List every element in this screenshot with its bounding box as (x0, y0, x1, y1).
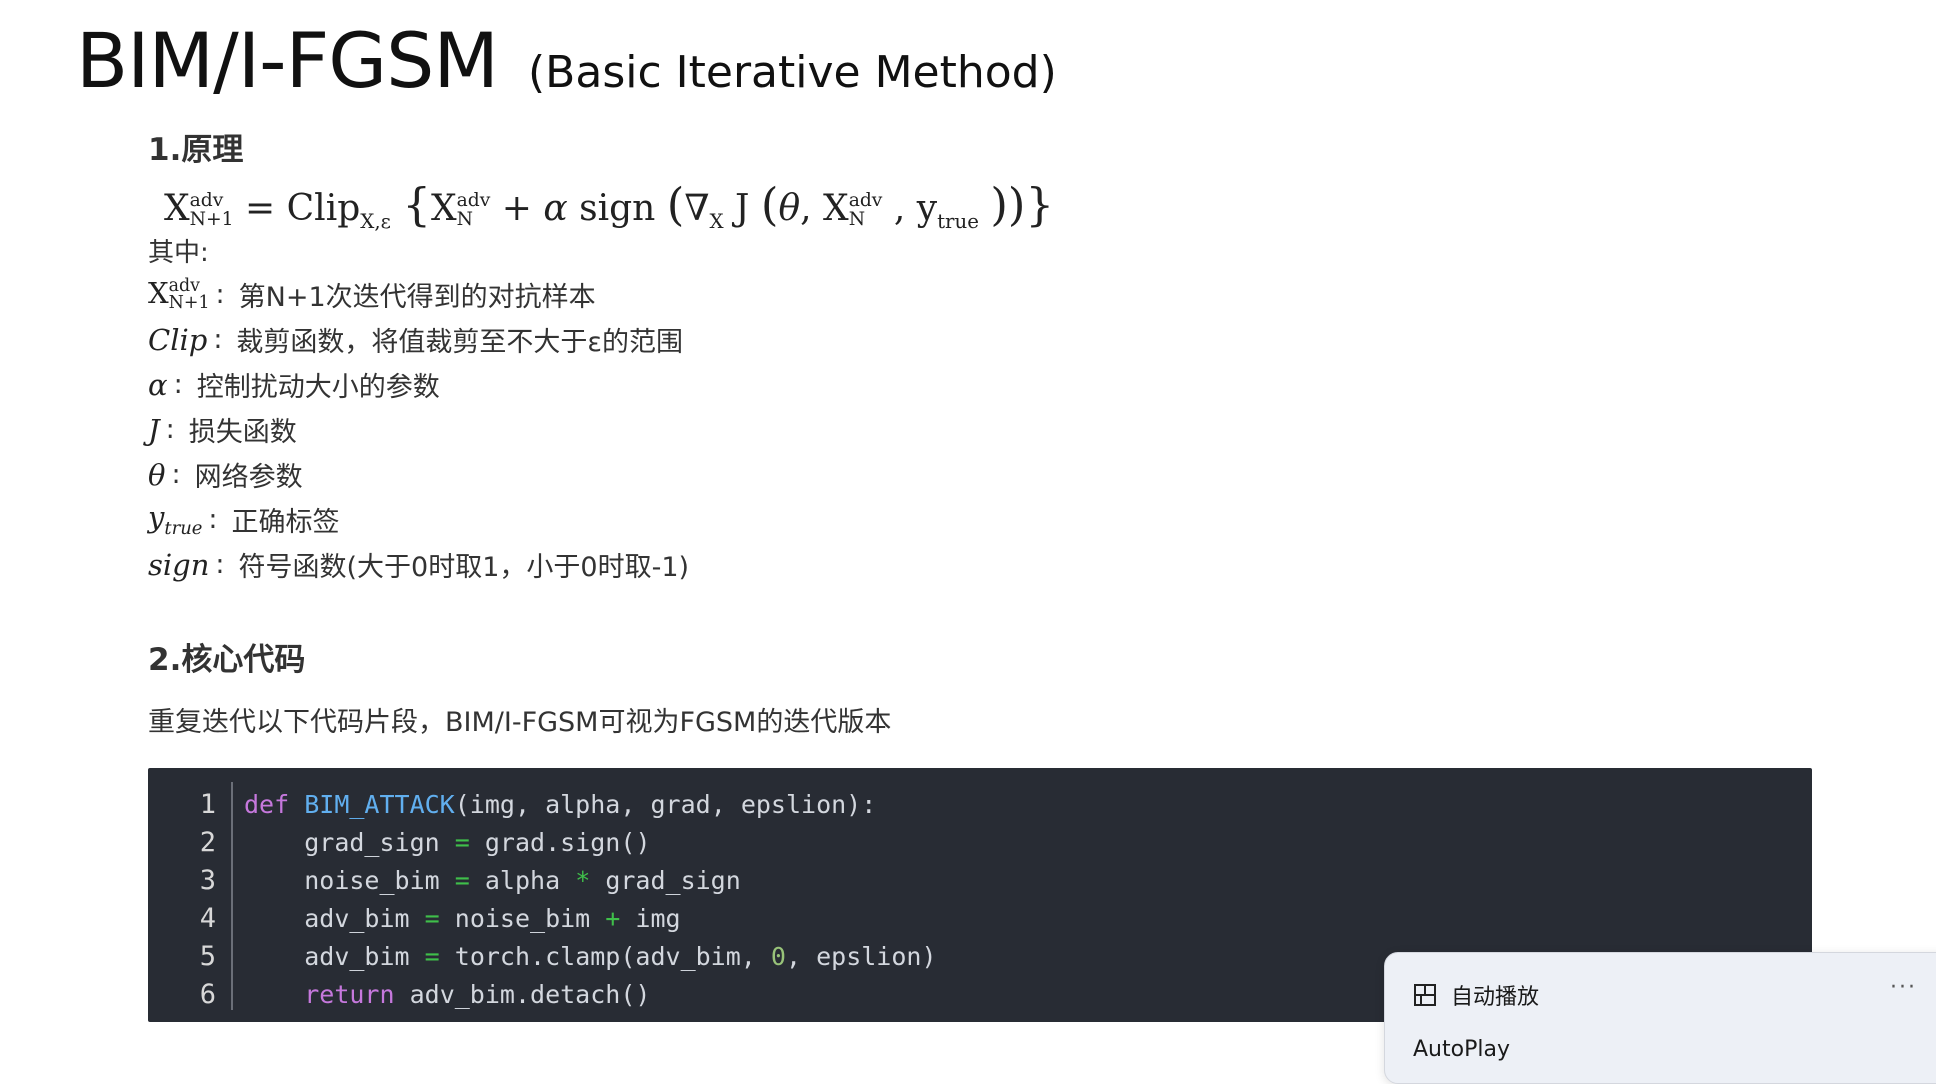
page-title: BIM/I-FGSM (Basic Iterative Method) (76, 16, 1057, 105)
where-label: 其中: (148, 238, 209, 268)
definition-text: 裁剪函数，将值裁剪至不大于ε的范围 (236, 327, 684, 358)
more-options-button[interactable]: ··· (1890, 975, 1917, 1000)
definition-item: ytrue: 正确标签 (148, 500, 340, 539)
definition-item: α: 控制扰动大小的参数 (148, 362, 689, 407)
definition-text: 正确标签 (231, 507, 340, 538)
gutter-divider (231, 782, 233, 1010)
code-line: noise_bim = alpha * grad_sign (304, 866, 741, 895)
code-line: adv_bim = torch.clamp(adv_bim, 0, epslio… (304, 942, 937, 971)
line-number: 2 (199, 827, 216, 858)
code-intro-text: 重复迭代以下代码片段，BIM/I-FGSM可视为FGSM的迭代版本 (148, 707, 892, 738)
definition-item: sign: 符号函数(大于0时取1，小于0时取-1) (148, 542, 689, 587)
line-number: 5 (199, 941, 216, 972)
title-main: BIM/I-FGSM (76, 16, 499, 105)
definition-symbol: ytrue (148, 500, 203, 539)
line-number: 1 (199, 789, 216, 820)
title-subtitle: (Basic Iterative Method) (528, 47, 1057, 98)
definition-item: J: 损失函数 (148, 407, 689, 452)
definition-text: 控制扰动大小的参数 (196, 372, 440, 403)
definition-item: θ: 网络参数 (148, 452, 689, 497)
definition-list: Xadv N+1: 第N+1次迭代得到的对抗样本 Clip: 裁剪函数，将值裁剪至不大… (148, 272, 689, 587)
definition-text: 第N+1次迭代得到的对抗样本 (238, 282, 596, 313)
autoplay-icon (1414, 984, 1436, 1006)
bim-formula: Xadv N+1 = ClipX,ε {X adv N + α sign (∇X J … (164, 178, 1055, 234)
line-number: 6 (199, 979, 216, 1010)
line-number-gutter: 1 2 3 4 5 6 (148, 786, 230, 1014)
notification-body: AutoPlay (1413, 1037, 1510, 1062)
definition-symbol: J (148, 412, 160, 447)
code-line: def BIM_ATTACK(img, alpha, grad, epslion… (244, 790, 877, 819)
definition-symbol: sign (148, 547, 210, 582)
definition-text: 符号函数(大于0时取1，小于0时取-1) (238, 552, 690, 583)
definition-text: 网络参数 (194, 462, 303, 493)
code-lines: def BIM_ATTACK(img, alpha, grad, epslion… (244, 786, 937, 1014)
definition-item: Clip: 裁剪函数，将值裁剪至不大于ε的范围 (148, 317, 689, 362)
line-number: 3 (199, 865, 216, 896)
definition-symbol: Clip (148, 322, 208, 357)
definition-symbol: θ (148, 457, 166, 492)
definition-symbol: α (148, 367, 168, 402)
definition-text: 损失函数 (188, 417, 297, 448)
code-line: grad_sign = grad.sign() (304, 828, 651, 857)
autoplay-notification[interactable]: 自动播放 ··· AutoPlay (1384, 952, 1936, 1084)
code-line: adv_bim = noise_bim + img (304, 904, 681, 933)
section-heading-core-code: 2.核心代码 (148, 642, 306, 678)
definition-symbol: Xadv N+1 (148, 275, 210, 314)
line-number: 4 (199, 903, 216, 934)
code-line: return adv_bim.detach() (304, 980, 651, 1009)
section-heading-principle: 1.原理 (148, 132, 244, 168)
definition-item: Xadv N+1: 第N+1次迭代得到的对抗样本 (148, 275, 596, 314)
notification-title: 自动播放 (1451, 985, 1540, 1010)
